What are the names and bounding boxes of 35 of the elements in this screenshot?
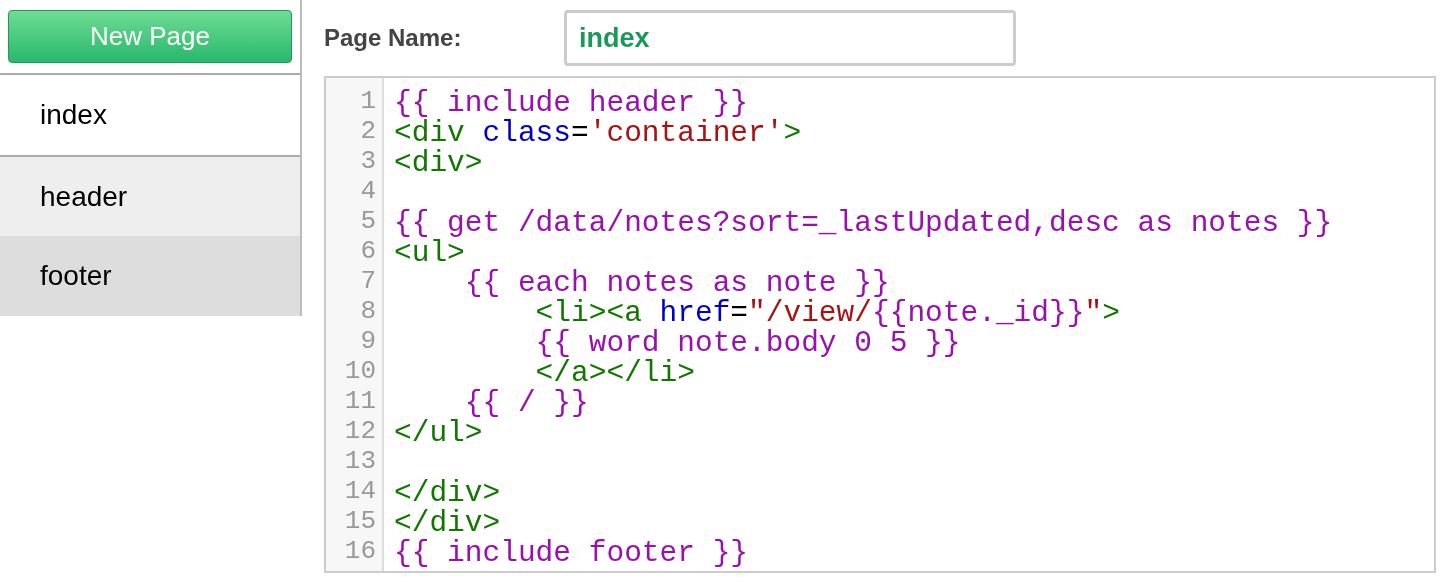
code-line: </div> <box>394 506 501 536</box>
code-line: {{ include header }} <box>394 86 749 116</box>
code-line: {{ get /data/notes?sort=_lastUpdated,desc as notes }} <box>394 206 1333 236</box>
line-number: 1 <box>359 86 377 116</box>
code-line: </div> <box>394 476 502 506</box>
page-name-label: Page Name: <box>324 24 463 52</box>
code-line: </ul> <box>394 416 483 446</box>
code-line: {{ include footer }} <box>394 536 750 566</box>
code-line: <div> <box>394 146 484 176</box>
code-line: </a></li> <box>534 356 695 386</box>
code-line: {{ / }} <box>464 386 590 416</box>
line-number: 15 <box>343 506 377 536</box>
line-number: 11 <box>343 386 377 416</box>
line-number: 16 <box>343 536 377 566</box>
line-number: 12 <box>343 416 377 446</box>
code-line: {{ each notes as note }} <box>463 266 890 296</box>
line-number: 13 <box>343 446 377 476</box>
code-line: {{ word note.body 0 5 }} <box>534 326 961 356</box>
line-number: 2 <box>359 116 377 146</box>
page-list-item[interactable]: footer <box>0 236 300 316</box>
line-number: 14 <box>343 476 377 506</box>
line-number: 10 <box>343 356 377 386</box>
line-number: 5 <box>359 206 377 236</box>
line-number: 9 <box>359 326 377 356</box>
code-line: <li><a href="/view/{{note._id}}"> <box>534 296 1121 326</box>
line-number: 3 <box>359 146 377 176</box>
line-number: 7 <box>359 266 377 296</box>
page-list-item[interactable]: header <box>0 154 300 237</box>
line-number: 6 <box>359 236 377 266</box>
code-line: <div class='container'> <box>394 116 803 146</box>
line-number: 4 <box>359 176 377 206</box>
code-editor[interactable] <box>324 76 1436 573</box>
page-name-field[interactable]: index <box>564 10 1016 66</box>
line-number: 8 <box>359 296 377 326</box>
code-line: <ul> <box>394 236 465 266</box>
